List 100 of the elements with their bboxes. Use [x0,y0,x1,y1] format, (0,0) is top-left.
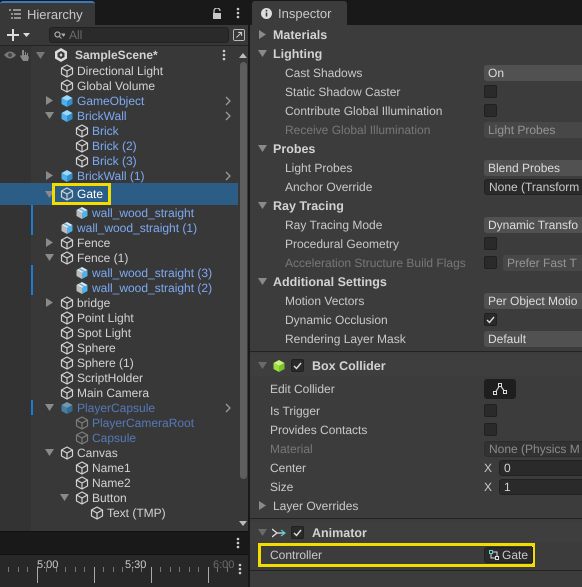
expand-arrow-icon[interactable] [258,144,267,153]
lock-icon[interactable] [212,8,222,18]
expand-arrow-icon[interactable] [60,493,69,502]
dropdown[interactable]: Default [484,330,582,346]
scroll-down-icon[interactable] [239,521,247,527]
hierarchy-item[interactable]: Directional Light [0,63,238,78]
checkbox[interactable] [484,423,497,436]
item-label: bridge [77,296,110,310]
hierarchy-item[interactable]: Gate [0,183,238,205]
checkbox[interactable] [484,104,497,117]
expand-arrow-icon[interactable] [45,298,54,307]
more-icon[interactable] [236,7,240,19]
inspector-tab[interactable]: Inspector [252,1,347,25]
hierarchy-item[interactable]: Name1 [0,460,238,475]
dropdown[interactable]: Per Object Motio [484,292,582,308]
chevron-right-icon[interactable] [225,171,231,181]
scroll-up-icon[interactable] [239,52,247,58]
hierarchy-item[interactable]: Brick [0,123,238,138]
more-icon[interactable] [236,537,240,549]
expand-icon[interactable] [233,28,245,42]
expand-arrow-icon[interactable] [45,96,54,105]
expand-arrow-icon[interactable] [36,50,45,60]
expand-arrow-icon[interactable] [45,238,54,247]
hierarchy-item[interactable]: Name2 [0,475,238,490]
section-title[interactable]: Ray Tracing [273,198,344,212]
edit-collider-button[interactable] [484,378,516,398]
expand-arrow-icon[interactable] [258,528,267,537]
expand-arrow-icon[interactable] [258,501,267,510]
hierarchy-tab[interactable]: Hierarchy [0,1,95,25]
enabled-checkbox[interactable] [291,526,304,539]
expand-arrow-icon[interactable] [45,111,54,120]
hierarchy-item[interactable]: wall_wood_straight (2) [0,280,238,295]
hierarchy-item[interactable]: Canvas [0,445,238,460]
hierarchy-item[interactable]: Sphere (1) [0,355,238,370]
expand-arrow-icon[interactable] [258,361,267,370]
section-title[interactable]: Lighting [273,46,322,60]
more-icon[interactable] [238,563,242,575]
expand-arrow-icon[interactable] [45,448,54,457]
hierarchy-item[interactable]: Text (TMP) [0,505,238,520]
item-label: Button [92,490,127,504]
dropdown[interactable]: Dynamic Transfo [484,216,582,232]
cube-outline-icon [60,187,74,201]
cube-icon [272,358,286,372]
cube-outline-icon [75,490,89,504]
hierarchy-item[interactable]: Sphere [0,340,238,355]
hierarchy-item[interactable]: BrickWall (1) [0,168,238,183]
checkbox[interactable] [484,313,497,326]
dropdown[interactable]: On [484,64,582,80]
timeline-ruler[interactable]: 5:00 5:30 6:00 [0,554,248,587]
hierarchy-item[interactable]: Global Volume [0,78,238,93]
number-field[interactable]: 1 [499,478,582,494]
expand-arrow-icon[interactable] [258,201,267,210]
hierarchy-item[interactable]: ScriptHolder [0,370,238,385]
hierarchy-item[interactable]: Fence (1) [0,250,238,265]
expand-arrow-icon[interactable] [258,30,267,39]
field-label[interactable]: Layer Overrides [273,498,358,512]
hierarchy-item[interactable]: Main Camera [0,385,238,400]
section-title[interactable]: Probes [273,142,316,156]
chevron-right-icon[interactable] [225,403,231,413]
cube-outline-icon [60,370,74,384]
checkbox[interactable] [484,237,497,250]
expand-arrow-icon[interactable] [45,171,54,180]
eye-icon[interactable] [3,50,17,60]
number-field[interactable]: 0 [499,460,582,476]
hierarchy-item[interactable]: GameObject [0,93,238,108]
hierarchy-item[interactable]: Fence [0,235,238,250]
field-label: Motion Vectors [285,294,366,308]
hierarchy-item[interactable]: wall_wood_straight [0,205,238,220]
add-dropdown-button[interactable] [5,27,33,43]
section-title[interactable]: Additional Settings [273,274,387,288]
checkbox[interactable] [484,85,497,98]
hierarchy-item[interactable]: wall_wood_straight (1) [0,220,238,235]
more-icon[interactable] [222,49,226,61]
hierarchy-item[interactable]: Brick (2) [0,138,238,153]
expand-arrow-icon[interactable] [45,403,54,412]
expand-arrow-icon[interactable] [45,190,54,198]
dropdown[interactable]: Blend Probes [484,160,582,176]
hierarchy-item[interactable]: BrickWall [0,108,238,123]
search-field[interactable]: All [49,27,229,43]
item-label: Brick (3) [92,154,137,168]
section-title[interactable]: Materials [273,28,328,42]
checkbox[interactable] [484,404,497,417]
hierarchy-item[interactable]: Spot Light [0,325,238,340]
hierarchy-item[interactable]: Point Light [0,310,238,325]
hierarchy-item[interactable]: Button [0,490,238,505]
cube-outline-icon [75,124,89,138]
object-field[interactable]: Gate [484,547,534,563]
object-field[interactable]: None (Transform [484,178,582,194]
enabled-checkbox[interactable] [291,359,304,372]
expand-arrow-icon[interactable] [258,49,267,58]
scene-name[interactable]: SampleScene* [75,48,158,62]
hand-icon[interactable] [20,49,30,61]
expand-arrow-icon[interactable] [45,253,54,262]
expand-arrow-icon[interactable] [258,277,267,286]
hierarchy-item[interactable]: Brick (3) [0,153,238,168]
field-label: Size [270,480,294,494]
item-label: Sphere (1) [77,356,134,370]
hierarchy-item[interactable]: wall_wood_straight (3) [0,265,238,280]
hierarchy-item[interactable]: bridge [0,295,238,310]
field-label: Contribute Global Illumination [285,104,444,118]
